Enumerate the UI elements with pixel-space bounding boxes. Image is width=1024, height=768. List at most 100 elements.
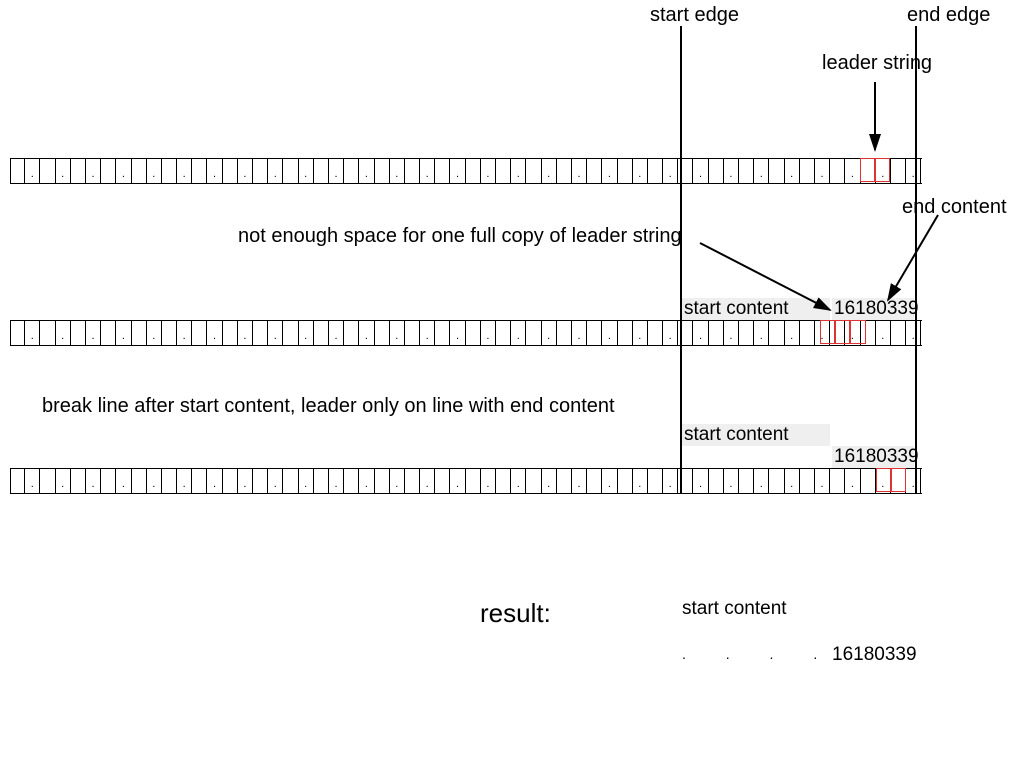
ruler-cell: . [572, 469, 587, 493]
ruler-cell: . [238, 159, 253, 183]
ruler-cell [526, 321, 541, 345]
ruler-cell: . [359, 321, 374, 345]
ruler-cell [709, 159, 724, 183]
ruler-cell: . [420, 321, 435, 345]
ruler-cell: . [268, 159, 283, 183]
ruler-cell: . [177, 469, 192, 493]
ruler-cell [557, 321, 572, 345]
ruler-cell [344, 469, 359, 493]
ruler-cell [344, 321, 359, 345]
ruler-cell: . [633, 159, 648, 183]
ruler-cell: . [845, 159, 860, 183]
ruler-cell [344, 159, 359, 183]
label-result: result: [480, 598, 551, 629]
ruler-cell: . [299, 469, 314, 493]
ruler-cell: . [359, 469, 374, 493]
ruler-cell: . [56, 159, 71, 183]
ruler-cell: . [177, 321, 192, 345]
ruler-cell [132, 321, 147, 345]
ruler-cell: . [481, 321, 496, 345]
ruler-cell [314, 159, 329, 183]
ruler-cell [375, 469, 390, 493]
ruler-cell: . [511, 469, 526, 493]
ruler-cell [739, 321, 754, 345]
ruler-cell: . [542, 159, 557, 183]
label-end-content: end content [902, 196, 1007, 219]
ruler-cell [891, 159, 906, 183]
ruler-cell: . [238, 469, 253, 493]
ruler-cell [40, 321, 55, 345]
ruler-cell [40, 159, 55, 183]
ruler-cell [830, 469, 845, 493]
ruler-cell [10, 469, 25, 493]
ruler-cell: . [481, 469, 496, 493]
ruler-cell: . [785, 159, 800, 183]
ruler-cell: . [693, 159, 708, 183]
ruler-cell [496, 159, 511, 183]
ruler-cell: . [572, 159, 587, 183]
ruler-cell: . [906, 469, 921, 493]
ruler-cell: . [663, 469, 678, 493]
ruler-cell: . [693, 469, 708, 493]
ruler-cell [769, 321, 784, 345]
ruler-cell [375, 159, 390, 183]
ruler-cell [253, 469, 268, 493]
ruler-cell [587, 321, 602, 345]
ruler-cell [10, 159, 25, 183]
ruler-cell [709, 321, 724, 345]
ruler-cell: . [876, 321, 891, 345]
ruler-cell [101, 159, 116, 183]
ruler-cell [375, 321, 390, 345]
ruler-cell [40, 469, 55, 493]
ruler-cell: . [511, 159, 526, 183]
ruler-cell: . [815, 159, 830, 183]
ruler-cell: . [724, 321, 739, 345]
ruler-cell: . [724, 159, 739, 183]
text-number-r3: 16180339 [834, 446, 919, 468]
ruler-cell: . [116, 469, 131, 493]
ruler-cell [132, 469, 147, 493]
ruler-cell: . [207, 321, 222, 345]
ruler-cell [648, 321, 663, 345]
ruler-cell: . [238, 321, 253, 345]
ruler-cell: . [207, 469, 222, 493]
start-edge-line [680, 26, 682, 493]
ruler-cell: . [390, 321, 405, 345]
ruler-cell [830, 159, 845, 183]
ruler-cell [739, 469, 754, 493]
ruler-cell [435, 159, 450, 183]
ruler-cell: . [815, 469, 830, 493]
ruler-cell [587, 159, 602, 183]
leader-cell-highlight-r2 [820, 320, 835, 344]
leader-cell-highlight-r3 [891, 468, 906, 492]
ruler-cell: . [56, 321, 71, 345]
text-number-r2: 16180339 [834, 298, 919, 320]
ruler-cell [314, 469, 329, 493]
ruler-cell: . [390, 159, 405, 183]
ruler-cell: . [693, 321, 708, 345]
ruler-cell: . [633, 321, 648, 345]
ruler-cell [223, 159, 238, 183]
ruler-cell: . [906, 321, 921, 345]
text-start-content-r3: start content [684, 424, 789, 446]
ruler-cell [71, 159, 86, 183]
ruler-cell: . [785, 321, 800, 345]
ruler-cell: . [56, 469, 71, 493]
leader-cell-highlight-r3 [876, 468, 891, 492]
ruler-cell [192, 159, 207, 183]
ruler-cell: . [86, 469, 101, 493]
ruler-1: .............................. [10, 158, 922, 184]
ruler-cell [618, 321, 633, 345]
label-leader-string: leader string [822, 52, 932, 75]
ruler-cell: . [177, 159, 192, 183]
ruler-cell [769, 469, 784, 493]
ruler-cell [891, 321, 906, 345]
ruler-cell: . [754, 469, 769, 493]
ruler-cell [71, 469, 86, 493]
ruler-cell: . [906, 159, 921, 183]
ruler-cell: . [450, 469, 465, 493]
ruler-cell: . [86, 159, 101, 183]
ruler-cell: . [86, 321, 101, 345]
ruler-cell [587, 469, 602, 493]
ruler-cell: . [450, 321, 465, 345]
